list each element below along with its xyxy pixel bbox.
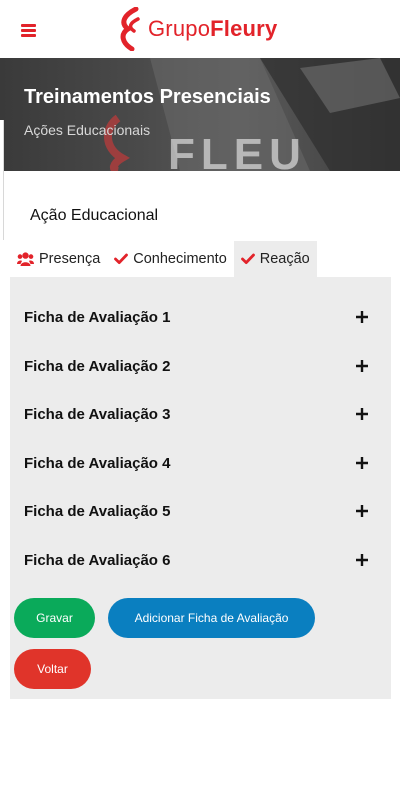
plus-icon[interactable] [354,406,370,422]
tab-bar: Presença Conhecimento Reação [10,241,317,277]
check-icon [114,253,129,265]
plus-icon[interactable] [354,358,370,374]
add-evaluation-form-button[interactable]: Adicionar Ficha de Avaliação [108,598,315,638]
grupo-fleury-logo: GrupoFleury [116,6,277,52]
fleury-emblem-icon [120,7,140,51]
plus-icon[interactable] [354,503,370,519]
check-icon [240,253,255,265]
hero-banner: FLEU Treinamentos Presenciais Ações Educ… [0,58,400,171]
accordion-item-label: Ficha de Avaliação 1 [24,308,171,326]
hero-brand-text: FLEU [168,130,307,171]
accordion-item[interactable]: Ficha de Avaliação 1 [10,297,391,337]
side-drawer-edge[interactable] [0,120,4,240]
save-button[interactable]: Gravar [14,598,95,638]
accordion-item[interactable]: Ficha de Avaliação 3 [10,394,391,434]
section-title: Ação Educacional [30,207,159,224]
accordion-item[interactable]: Ficha de Avaliação 2 [10,346,391,386]
accordion-item[interactable]: Ficha de Avaliação 6 [10,540,391,580]
plus-icon[interactable] [354,455,370,471]
tab-label: Presença [39,251,101,267]
accordion-item-label: Ficha de Avaliação 3 [24,405,171,423]
page-title: Treinamentos Presenciais [24,86,271,108]
accordion-item[interactable]: Ficha de Avaliação 4 [10,443,391,483]
tab-reacao[interactable]: Reação [233,241,317,277]
accordion-item-label: Ficha de Avaliação 6 [24,551,171,569]
tab-label: Conhecimento [133,251,227,267]
page-subtitle: Ações Educacionais [24,122,151,138]
hamburger-menu-icon[interactable] [21,24,36,37]
plus-icon[interactable] [354,552,370,568]
users-icon [17,252,34,266]
tab-label: Reação [259,251,310,267]
logo-text: GrupoFleury [148,16,278,41]
plus-icon[interactable] [354,309,370,325]
accordion-item-label: Ficha de Avaliação 5 [24,502,171,520]
accordion-item-label: Ficha de Avaliação 2 [24,357,171,375]
top-bar: GrupoFleury [0,0,400,58]
tab-presenca[interactable]: Presença [10,241,107,277]
back-button[interactable]: Voltar [14,649,91,689]
accordion-item-label: Ficha de Avaliação 4 [24,454,171,472]
tab-conhecimento[interactable]: Conhecimento [107,241,234,277]
accordion-item[interactable]: Ficha de Avaliação 5 [10,491,391,531]
